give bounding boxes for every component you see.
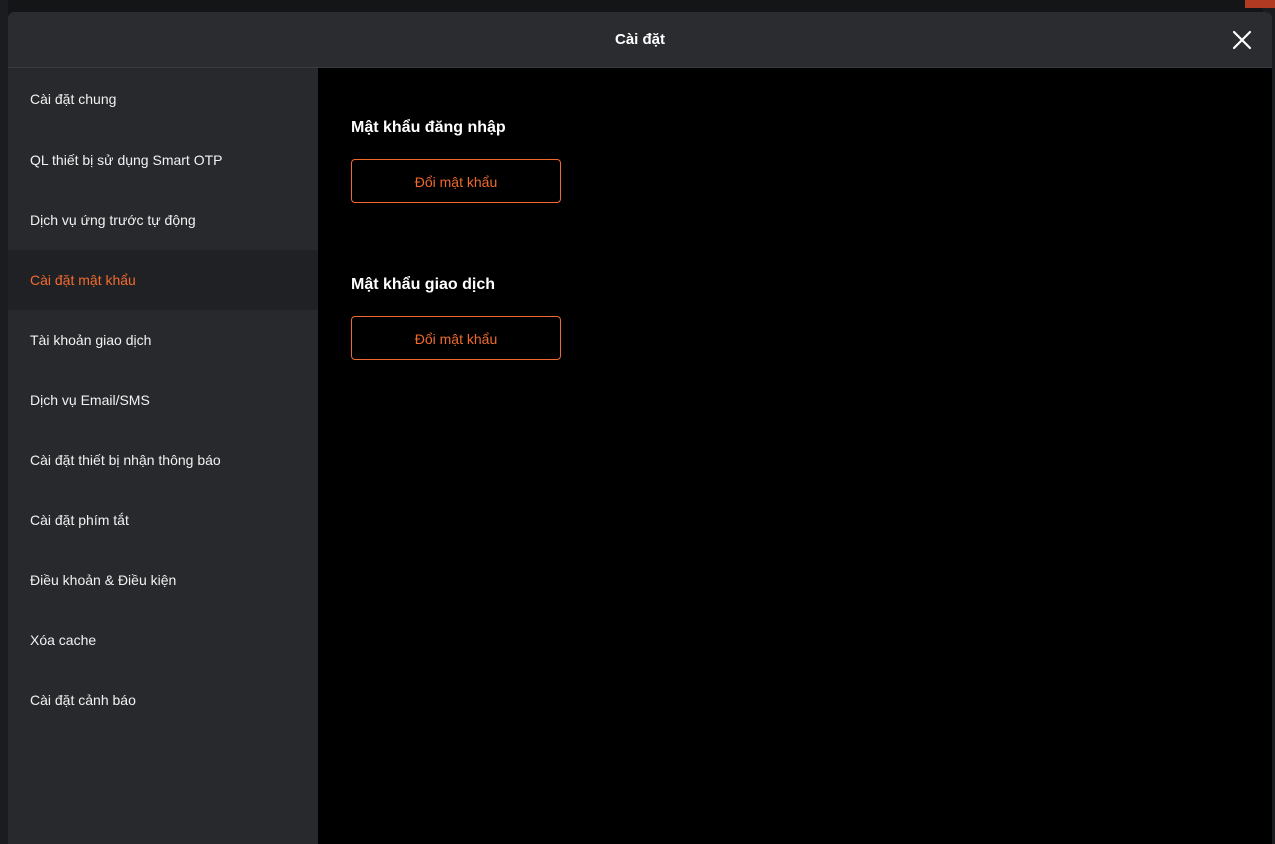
modal-title: Cài đặt: [614, 31, 665, 48]
close-icon: [1232, 30, 1252, 50]
sidebar-item-trading-account[interactable]: Tài khoản giao dịch: [8, 310, 318, 370]
login-password-title: Mật khẩu đăng nhập: [351, 119, 506, 136]
sidebar-item-smart-otp-devices[interactable]: QL thiết bị sử dụng Smart OTP: [8, 130, 318, 190]
sidebar-item-alerts[interactable]: Cài đặt cảnh báo: [8, 670, 318, 730]
sidebar-item-shortcuts[interactable]: Cài đặt phím tắt: [8, 490, 318, 550]
sidebar-item-general[interactable]: Cài đặt chung: [8, 68, 318, 130]
sidebar-item-clear-cache[interactable]: Xóa cache: [8, 610, 318, 670]
trading-password-title: Mật khẩu giao dịch: [351, 276, 496, 293]
sidebar-item-password-settings[interactable]: Cài đặt mật khẩu: [8, 250, 318, 310]
settings-sidebar: Cài đặt chung QL thiết bị sử dụng Smart …: [8, 68, 318, 844]
settings-content: Mật khẩu đăng nhập Đổi mật khẩu Mật khẩu…: [318, 68, 1272, 844]
settings-modal: Cài đặt Cài đặt chung QL thiết bị sử dụn…: [8, 12, 1272, 844]
sidebar-item-email-sms[interactable]: Dịch vụ Email/SMS: [8, 370, 318, 430]
sidebar-item-auto-advance[interactable]: Dịch vụ ứng trước tự động: [8, 190, 318, 250]
change-trading-password-button[interactable]: Đổi mật khẩu: [351, 316, 561, 360]
background-left-strip: [0, 0, 8, 844]
modal-header: Cài đặt: [8, 12, 1272, 68]
close-button[interactable]: [1228, 26, 1256, 54]
sidebar-item-notification-devices[interactable]: Cài đặt thiết bị nhận thông báo: [8, 430, 318, 490]
change-login-password-button[interactable]: Đổi mật khẩu: [351, 159, 561, 203]
sidebar-item-terms[interactable]: Điều khoản & Điều kiện: [8, 550, 318, 610]
background-top-accent: [1245, 0, 1275, 8]
